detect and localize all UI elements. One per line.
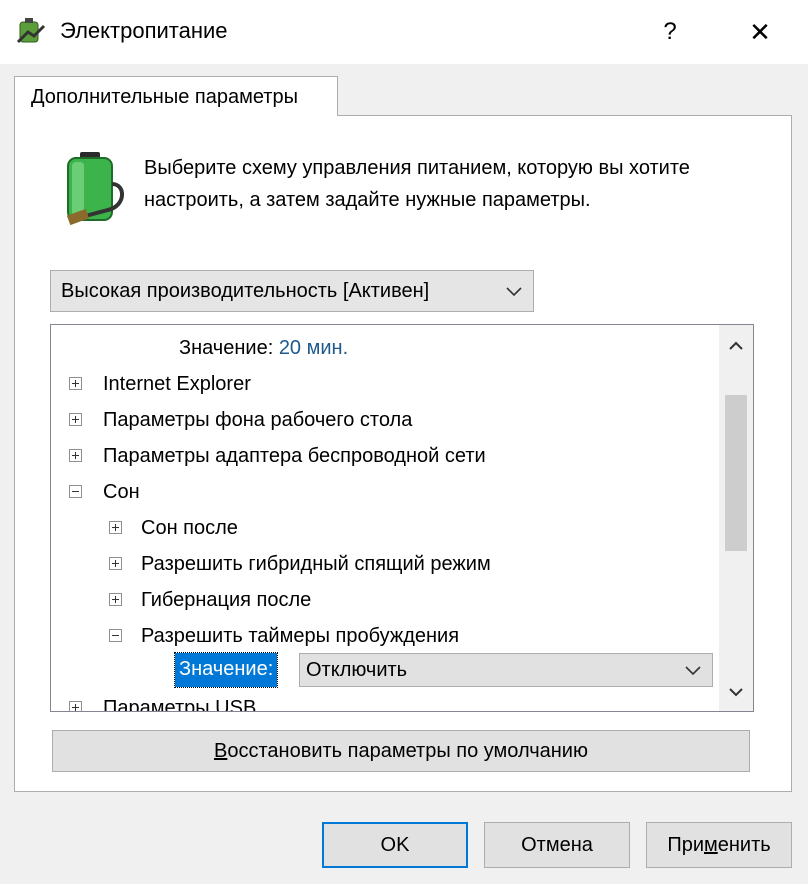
apply-label-post: енить [717,834,771,856]
apply-button[interactable]: Применить [646,822,792,868]
scroll-down-icon[interactable] [719,675,753,709]
cancel-button[interactable]: Отмена [484,822,630,868]
tree-value-label: Значение: [179,337,274,359]
tree-item-label: Разрешить гибридный спящий режим [141,553,491,575]
tree-top-value-row: Значение: 20 мин. [179,331,348,365]
restore-accel-letter: В [214,740,228,762]
restore-label: осстановить параметры по умолчанию [227,740,588,762]
collapse-minus-icon[interactable] [109,629,122,642]
expand-plus-icon[interactable] [69,701,82,711]
apply-accel-letter: м [704,834,718,856]
power-plan-dropdown[interactable]: Высокая производительность [Активен] [50,270,534,312]
expand-plus-icon[interactable] [69,413,82,426]
scroll-up-icon[interactable] [719,329,753,363]
expand-plus-icon[interactable] [109,593,122,606]
tree-item-label: Параметры адаптера беспроводной сети [103,445,486,467]
tree-item-label: Параметры фона рабочего стола [103,409,413,431]
tree-item-label: Сон [103,481,140,503]
ok-button[interactable]: OK [322,822,468,868]
tab-advanced-settings[interactable]: Дополнительные параметры [14,76,338,116]
wake-timers-value: Отключить [306,659,408,681]
close-button[interactable]: ✕ [740,14,780,50]
power-options-icon [16,18,46,44]
expand-plus-icon[interactable] [109,557,122,570]
tree-item-label: Internet Explorer [103,373,251,395]
expand-plus-icon[interactable] [69,449,82,462]
settings-tree[interactable]: Значение: 20 мин. Internet Explorer Пара… [50,324,754,712]
apply-label-pre: При [667,834,704,856]
wake-timers-value-label: Значение: [173,652,279,688]
power-plan-value: Высокая производительность [Активен] [61,280,430,302]
wake-timers-dropdown[interactable]: Отключить [299,653,713,687]
expand-plus-icon[interactable] [69,377,82,390]
tree-item-label: Параметры USB [103,697,257,712]
collapse-minus-icon[interactable] [69,485,82,498]
expand-plus-icon[interactable] [109,521,122,534]
tree-item-label: Разрешить таймеры пробуждения [141,625,460,647]
vertical-scrollbar[interactable] [719,325,753,711]
tree-item-label: Сон после [141,517,238,539]
tree-item-label: Гибернация после [141,589,312,611]
chevron-down-icon [685,666,701,676]
help-button[interactable]: ? [650,14,690,50]
window-title: Электропитание [60,18,228,43]
description-text: Выберите схему управления питанием, кото… [144,157,690,211]
chevron-down-icon [506,287,522,297]
scroll-thumb[interactable] [725,395,747,551]
tree-value-text: 20 мин. [278,337,349,359]
title-bar: Электропитание ? ✕ [0,0,808,64]
restore-defaults-button[interactable]: Восстановить параметры по умолчанию [52,730,750,772]
battery-icon [66,152,124,226]
